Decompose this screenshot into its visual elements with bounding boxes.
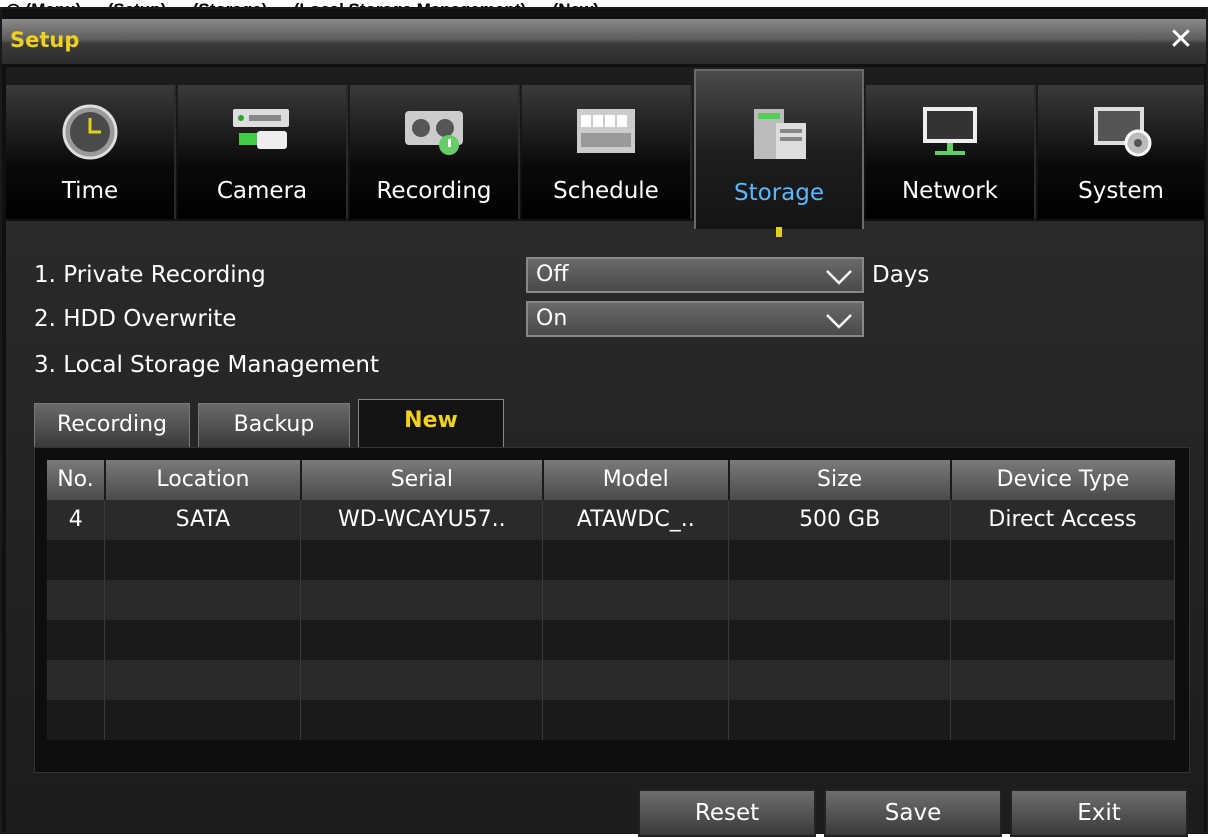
window-title: Setup — [10, 28, 80, 52]
days-unit-label: Days — [872, 262, 930, 288]
camera-icon — [233, 109, 289, 149]
private-recording-value: Off — [536, 262, 569, 287]
tab-label: Network — [901, 178, 999, 204]
table-row[interactable]: 4 SATA WD-WCAYU57.. ATAWDC_.. 500 GB Dir… — [47, 500, 1175, 540]
hdd-overwrite-value: On — [536, 306, 568, 331]
tab-storage[interactable]: Storage — [694, 69, 864, 237]
subtab-recording[interactable]: Recording — [34, 403, 190, 447]
private-recording-label: 1. Private Recording — [34, 262, 266, 288]
private-recording-select[interactable]: Off — [526, 257, 864, 293]
active-tab-indicator — [776, 227, 782, 237]
header-size[interactable]: Size — [728, 460, 952, 500]
cell-size: 500 GB — [728, 500, 952, 540]
tab-system[interactable]: System — [1038, 85, 1204, 219]
storage-panel: 1. Private Recording Off Days 2. HDD Ove… — [6, 221, 1204, 837]
tab-camera[interactable]: Camera — [178, 85, 348, 219]
table-row-empty — [47, 700, 1175, 740]
storage-icon — [754, 109, 806, 159]
recording-icon — [405, 111, 463, 155]
main-tab-bar: Time Camera Recording Schedule Storage N… — [6, 67, 1204, 237]
cell-device-type: Direct Access — [950, 500, 1175, 540]
table-row-empty — [47, 620, 1175, 660]
tab-label: Camera — [216, 178, 308, 204]
storage-table-container: No. Location Serial Model Size Device Ty… — [34, 447, 1190, 773]
schedule-icon — [577, 109, 635, 153]
setup-window: Setup ✕ Time Camera Recording Schedule S… — [0, 7, 1208, 837]
tab-label: Schedule — [553, 178, 659, 204]
clock-icon — [62, 104, 118, 160]
header-serial[interactable]: Serial — [300, 460, 544, 500]
close-icon[interactable]: ✕ — [1166, 25, 1196, 57]
header-model[interactable]: Model — [542, 460, 730, 500]
tab-schedule[interactable]: Schedule — [522, 85, 692, 219]
tab-recording[interactable]: Recording — [350, 85, 520, 219]
tab-label: Time — [61, 178, 119, 204]
hdd-overwrite-label: 2. HDD Overwrite — [34, 306, 237, 332]
hdd-overwrite-select[interactable]: On — [526, 301, 864, 337]
table-row-empty — [47, 540, 1175, 580]
header-device-type[interactable]: Device Type — [950, 460, 1175, 500]
header-location[interactable]: Location — [104, 460, 302, 500]
subtab-backup[interactable]: Backup — [198, 403, 350, 447]
tab-label: System — [1078, 178, 1164, 204]
header-no[interactable]: No. — [47, 460, 106, 500]
subtab-new[interactable]: New — [358, 399, 504, 449]
cell-serial: WD-WCAYU57.. — [300, 500, 544, 540]
chevron-down-icon — [826, 270, 852, 285]
local-storage-label: 3. Local Storage Management — [34, 352, 379, 378]
tab-network[interactable]: Network — [866, 85, 1036, 219]
table-header-row: No. Location Serial Model Size Device Ty… — [47, 460, 1175, 500]
exit-button[interactable]: Exit — [1010, 789, 1188, 837]
table-row-empty — [47, 580, 1175, 620]
tab-label: Recording — [376, 178, 492, 204]
tab-time[interactable]: Time — [6, 85, 176, 219]
cell-model: ATAWDC_.. — [542, 500, 730, 540]
tab-label: Storage — [734, 180, 824, 206]
storage-table: No. Location Serial Model Size Device Ty… — [47, 460, 1175, 740]
system-gear-icon — [1094, 107, 1152, 157]
cell-location: SATA — [104, 500, 302, 540]
cell-no: 4 — [47, 500, 106, 540]
monitor-icon — [923, 107, 977, 155]
chevron-down-icon — [826, 314, 852, 329]
title-bar: Setup ✕ — [2, 19, 1206, 65]
save-button[interactable]: Save — [824, 789, 1002, 837]
reset-button[interactable]: Reset — [638, 789, 816, 837]
table-row-empty — [47, 660, 1175, 700]
